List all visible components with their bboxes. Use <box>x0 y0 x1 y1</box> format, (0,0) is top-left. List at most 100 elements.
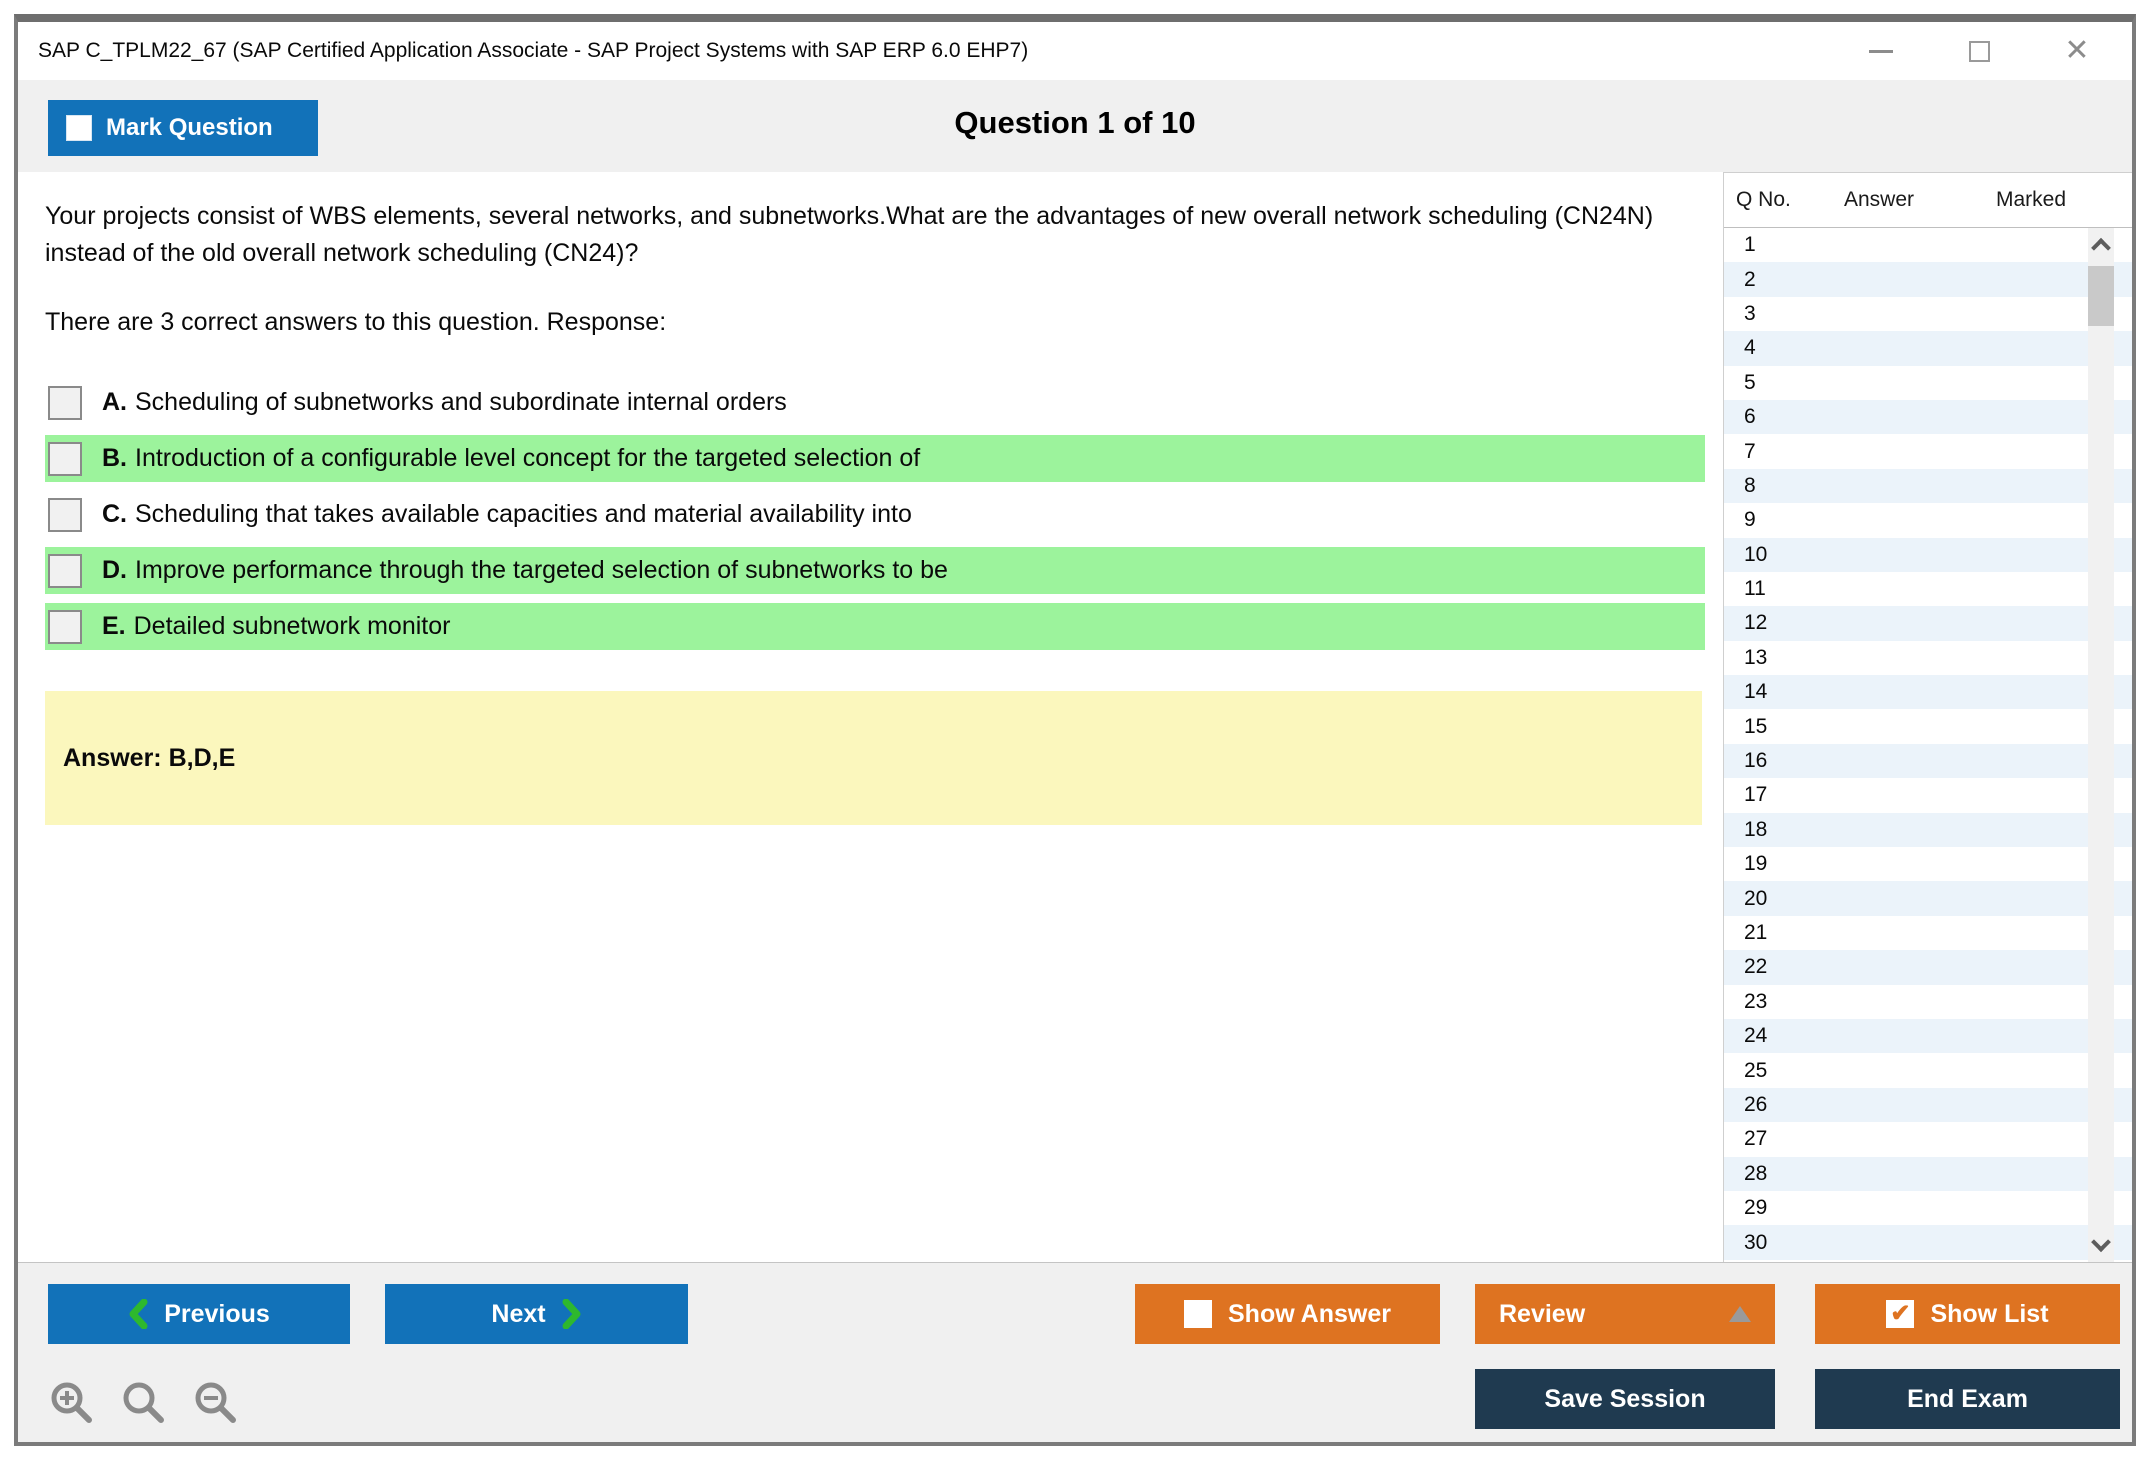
option-row-e[interactable]: E. Detailed subnetwork monitor <box>45 603 1705 650</box>
option-e-letter: E. <box>102 612 126 640</box>
question-number: 28 <box>1744 1161 1768 1185</box>
question-text: Your projects consist of WBS elements, s… <box>45 202 1654 267</box>
scroll-up-button[interactable] <box>2088 230 2114 260</box>
question-number: 15 <box>1744 714 1768 738</box>
question-number: 11 <box>1744 577 1766 601</box>
option-row-a[interactable]: A. Scheduling of subnetworks and subordin… <box>45 379 1705 426</box>
question-number: 8 <box>1744 473 1756 497</box>
close-button[interactable]: ✕ <box>2062 36 2092 66</box>
question-list-row[interactable]: 7 <box>1724 434 2132 469</box>
chevron-right-icon <box>562 1299 581 1329</box>
zoom-toolbar <box>48 1379 240 1427</box>
question-list-row[interactable]: 27 <box>1724 1122 2132 1157</box>
bottom-bar: Previous Next Show Answer Review ✔ Show … <box>18 1262 2132 1442</box>
question-list-row[interactable]: 15 <box>1724 709 2132 744</box>
question-list-row[interactable]: 6 <box>1724 399 2132 435</box>
question-list-row[interactable]: 9 <box>1724 503 2132 538</box>
question-number: 29 <box>1744 1196 1768 1220</box>
scrollbar-thumb[interactable] <box>2088 266 2114 326</box>
question-list-scrollbar[interactable] <box>2088 228 2114 1262</box>
option-c-checkbox[interactable] <box>48 497 82 532</box>
question-list-row[interactable]: 25 <box>1724 1053 2132 1088</box>
option-d-checkbox[interactable] <box>48 553 82 588</box>
question-list-row[interactable]: 12 <box>1724 606 2132 641</box>
window-title: SAP C_TPLM22_67 (SAP Certified Applicati… <box>38 39 1029 62</box>
question-number: 5 <box>1744 370 1756 394</box>
question-list-row[interactable]: 28 <box>1724 1156 2132 1191</box>
question-list-row[interactable]: 20 <box>1724 881 2132 916</box>
question-number: 17 <box>1744 783 1768 807</box>
question-list-body: 1 2 3 4 5 6 7 8 9 10 11 12 13 14 15 16 17 18 19 20 21 22 23 24 2… <box>1724 228 2132 1262</box>
option-a-letter: A. <box>102 388 127 416</box>
question-list-row[interactable]: 24 <box>1724 1018 2132 1054</box>
maximize-button[interactable] <box>1964 36 1994 66</box>
question-list-row[interactable]: 5 <box>1724 365 2132 400</box>
option-row-b[interactable]: B. Introduction of a configurable level c… <box>45 435 1705 482</box>
question-list-row[interactable]: 3 <box>1724 296 2132 332</box>
zoom-in-icon[interactable] <box>48 1379 96 1427</box>
question-list-row[interactable]: 2 <box>1724 262 2132 297</box>
question-number: 2 <box>1744 267 1756 291</box>
window-controls: ✕ <box>1866 22 2092 80</box>
question-number: 16 <box>1744 749 1768 773</box>
option-row-d[interactable]: D. Improve performance through the target… <box>45 547 1705 594</box>
zoom-out-icon[interactable] <box>192 1379 240 1427</box>
question-number: 10 <box>1744 542 1768 566</box>
question-list-row[interactable]: 1 <box>1724 228 2132 263</box>
option-e-checkbox[interactable] <box>48 609 82 644</box>
question-list-row[interactable]: 8 <box>1724 468 2132 504</box>
minimize-icon <box>1869 49 1893 53</box>
question-list-row[interactable]: 18 <box>1724 812 2132 848</box>
minimize-button[interactable] <box>1866 36 1896 66</box>
question-number: 19 <box>1744 852 1768 876</box>
show-answer-label: Show Answer <box>1228 1299 1391 1328</box>
question-list-row[interactable]: 29 <box>1724 1190 2132 1226</box>
question-number: 4 <box>1744 336 1756 360</box>
chevron-left-icon <box>129 1299 148 1329</box>
option-b-text: Introduction of a configurable level con… <box>135 444 921 472</box>
question-list-row[interactable]: 16 <box>1724 743 2132 779</box>
question-list-row[interactable]: 10 <box>1724 537 2132 572</box>
question-number: 26 <box>1744 1092 1768 1116</box>
question-list-row[interactable]: 26 <box>1724 1087 2132 1123</box>
option-row-c[interactable]: C. Scheduling that takes available capaci… <box>45 491 1705 538</box>
question-list-row[interactable]: 13 <box>1724 640 2132 676</box>
close-icon: ✕ <box>2064 34 2090 67</box>
answer-key-text: Answer: B,D,E <box>63 743 236 772</box>
show-list-checkbox[interactable]: ✔ <box>1886 1300 1915 1328</box>
title-bar: SAP C_TPLM22_67 (SAP Certified Applicati… <box>18 22 2132 80</box>
question-panel: Your projects consist of WBS elements, s… <box>45 172 1705 825</box>
show-list-label: Show List <box>1930 1299 2049 1328</box>
question-list-row[interactable]: 14 <box>1724 675 2132 710</box>
option-c-text: Scheduling that takes available capaciti… <box>135 500 912 528</box>
question-instruction: There are 3 correct answers to this ques… <box>45 308 667 336</box>
question-number: 1 <box>1744 233 1756 257</box>
question-list-row[interactable]: 11 <box>1724 571 2132 607</box>
end-exam-button[interactable]: End Exam <box>1815 1369 2120 1429</box>
question-number: 6 <box>1744 405 1756 429</box>
end-exam-label: End Exam <box>1907 1384 2028 1413</box>
next-button[interactable]: Next <box>385 1284 688 1344</box>
option-b-checkbox[interactable] <box>48 441 82 476</box>
option-a-checkbox[interactable] <box>48 385 82 420</box>
question-list-sidebar: Q No. Answer Marked 1 2 3 4 5 6 7 8 9 10 11 12 13 14 1… <box>1723 172 2132 1262</box>
show-list-button[interactable]: ✔ Show List <box>1815 1284 2120 1344</box>
question-list-row[interactable]: 30 <box>1724 1225 2132 1260</box>
show-answer-checkbox[interactable] <box>1184 1300 1212 1328</box>
previous-label: Previous <box>164 1299 270 1328</box>
previous-button[interactable]: Previous <box>48 1284 350 1344</box>
question-list-row[interactable]: 4 <box>1724 331 2132 366</box>
scroll-down-button[interactable] <box>2088 1230 2114 1260</box>
save-session-button[interactable]: Save Session <box>1475 1369 1775 1429</box>
option-b-letter: B. <box>102 444 127 472</box>
question-list-row[interactable]: 19 <box>1724 847 2132 882</box>
show-answer-button[interactable]: Show Answer <box>1135 1284 1440 1344</box>
zoom-reset-icon[interactable] <box>120 1379 168 1427</box>
column-marked: Marked <box>1996 188 2067 211</box>
question-list-row[interactable]: 17 <box>1724 778 2132 813</box>
review-button[interactable]: Review <box>1475 1284 1775 1344</box>
question-list-row[interactable]: 21 <box>1724 915 2132 951</box>
question-list-row[interactable]: 22 <box>1724 950 2132 985</box>
question-list-row[interactable]: 23 <box>1724 984 2132 1019</box>
exam-window: SAP C_TPLM22_67 (SAP Certified Applicati… <box>14 14 2136 1446</box>
